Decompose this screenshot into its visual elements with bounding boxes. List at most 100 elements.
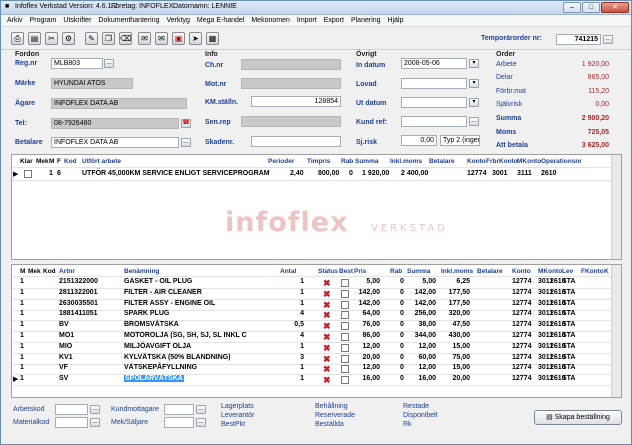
send-icon[interactable]: ➤: [189, 32, 202, 45]
kundref-field[interactable]: [401, 116, 467, 127]
status-cancel-icon[interactable]: ✖: [323, 311, 331, 320]
utdatum-calendar-icon[interactable]: ▾: [469, 98, 479, 107]
tools-icon[interactable]: ✂: [45, 32, 58, 45]
menu-mega-ehandel[interactable]: Mega E-handel: [197, 15, 244, 26]
best-checkbox[interactable]: [341, 322, 349, 331]
marke-field[interactable]: HYUNDAI ATOS: [51, 78, 133, 89]
regnr-browse-icon[interactable]: …: [104, 59, 114, 68]
lovad-field[interactable]: [401, 78, 467, 89]
arbetskod-field[interactable]: [55, 404, 88, 415]
senrep-field[interactable]: [241, 116, 341, 127]
betalare-browse-icon[interactable]: …: [181, 138, 191, 147]
menu-program[interactable]: Program: [30, 15, 57, 26]
materialkod-browse-icon[interactable]: …: [90, 418, 100, 427]
cell-antal: 1: [300, 288, 304, 296]
klar-checkbox[interactable]: [24, 170, 32, 178]
kundmottagare-field[interactable]: [164, 404, 194, 415]
maximize-button[interactable]: □: [582, 2, 600, 13]
cell-inklmoms: 6,25: [456, 278, 470, 285]
status-cancel-icon[interactable]: ✖: [323, 322, 331, 331]
skadenr-field[interactable]: [251, 136, 341, 147]
link-behallning[interactable]: Behållning: [315, 403, 348, 410]
temp-order-field[interactable]: 741215: [556, 34, 601, 45]
menu-verktyg[interactable]: Verktyg: [167, 15, 190, 26]
settings-icon[interactable]: ⚙: [62, 32, 75, 45]
motnr-field[interactable]: [241, 78, 341, 89]
typ-select[interactable]: Typ 2 (ingen: [440, 135, 480, 146]
link-leverantor[interactable]: Leverantör: [221, 412, 254, 419]
menu-export[interactable]: Export: [324, 15, 344, 26]
best-checkbox[interactable]: [341, 333, 349, 341]
lovad-calendar-icon[interactable]: ▾: [469, 79, 479, 88]
materialkod-field[interactable]: [55, 417, 88, 428]
tel-field[interactable]: 08-7926460: [51, 118, 179, 129]
cell-artnr: 2630035501: [59, 299, 98, 307]
link-lagerplats[interactable]: Lagerplats: [221, 403, 254, 410]
agare-field[interactable]: INFOFLEX DATA AB: [51, 98, 187, 109]
menu-hjalp[interactable]: Hjälp: [388, 15, 404, 26]
best-checkbox[interactable]: [341, 354, 349, 363]
temp-order-browse-icon[interactable]: …: [603, 35, 613, 44]
kundmottagare-browse-icon[interactable]: …: [196, 405, 206, 414]
mek-saljare-field[interactable]: [164, 417, 194, 428]
col-betalare: Betalare: [429, 158, 455, 165]
best-checkbox[interactable]: [341, 365, 349, 374]
skapa-bestallning-button[interactable]: ▤ Skapa beställning: [534, 410, 622, 425]
indatum-calendar-icon[interactable]: ▾: [469, 59, 479, 68]
edit-icon[interactable]: ✎: [85, 32, 98, 45]
best-checkbox[interactable]: [341, 343, 349, 352]
col-summa: Summa: [355, 158, 379, 165]
delete-icon[interactable]: ⌫: [119, 32, 132, 45]
mail-icon[interactable]: ✉: [138, 32, 151, 45]
betalare-field[interactable]: INFOFLEX DATA AB: [51, 137, 179, 148]
chnr-field[interactable]: [241, 59, 341, 70]
cell-inklmoms: 15,00: [452, 364, 470, 372]
best-checkbox[interactable]: [341, 376, 349, 385]
window-company: Företag: INFOFLEX: [111, 3, 174, 10]
link-bestpkt[interactable]: BestPkt: [221, 421, 245, 428]
pdf-icon[interactable]: ▣: [172, 32, 185, 45]
status-cancel-icon[interactable]: ✖: [323, 365, 331, 374]
copy-icon[interactable]: ❐: [102, 32, 115, 45]
arbetskod-browse-icon[interactable]: …: [90, 405, 100, 414]
link-bestallda[interactable]: Beställda: [315, 421, 344, 428]
status-cancel-icon[interactable]: ✖: [323, 279, 331, 288]
parts-grid-scrollbar[interactable]: [611, 265, 621, 397]
mail-open-icon[interactable]: ✉: [155, 32, 168, 45]
menu-planering[interactable]: Planering: [351, 15, 381, 26]
menu-dokumenthantering[interactable]: Dokumenthantering: [98, 15, 159, 26]
link-rk[interactable]: Rk: [403, 421, 412, 428]
close-button[interactable]: ✕: [601, 2, 629, 13]
parts-grid[interactable]: M Mek Kod Artnr Benämning Antal Status B…: [11, 264, 622, 398]
link-restade[interactable]: Restade: [403, 403, 429, 410]
phone-icon[interactable]: ☎: [181, 119, 191, 128]
best-checkbox[interactable]: [341, 311, 349, 320]
sjrisk-field[interactable]: 0,00: [401, 135, 437, 146]
status-cancel-icon[interactable]: ✖: [323, 333, 331, 342]
utdatum-field[interactable]: [401, 97, 467, 108]
menu-utskrifter[interactable]: Utskrifter: [63, 15, 91, 26]
status-cancel-icon[interactable]: ✖: [323, 376, 331, 385]
work-grid-scrollbar[interactable]: [611, 155, 621, 259]
menu-import[interactable]: Import: [297, 15, 317, 26]
mek-saljare-browse-icon[interactable]: …: [196, 418, 206, 427]
link-disponibelt[interactable]: Disponibelt: [403, 412, 438, 419]
menu-mekonomen[interactable]: Mekonomen: [251, 15, 290, 26]
new-document-icon[interactable]: ▤: [28, 32, 41, 45]
best-checkbox[interactable]: [341, 279, 349, 287]
print-icon[interactable]: ⎙: [11, 32, 24, 45]
status-cancel-icon[interactable]: ✖: [323, 289, 331, 298]
best-checkbox[interactable]: [341, 289, 349, 298]
status-cancel-icon[interactable]: ✖: [323, 300, 331, 309]
status-cancel-icon[interactable]: ✖: [323, 354, 331, 363]
kundref-browse-icon[interactable]: …: [469, 117, 479, 126]
km-field[interactable]: 128854: [251, 96, 341, 107]
best-checkbox[interactable]: [341, 300, 349, 309]
regnr-field[interactable]: MLB803: [51, 58, 103, 69]
menu-arkiv[interactable]: Arkiv: [7, 15, 23, 26]
report-icon[interactable]: ▦: [206, 32, 219, 45]
status-cancel-icon[interactable]: ✖: [323, 343, 331, 352]
indatum-field[interactable]: 2008-05-06: [401, 58, 467, 69]
link-reserverade[interactable]: Reserverade: [315, 412, 355, 419]
minimize-button[interactable]: –: [563, 2, 581, 13]
